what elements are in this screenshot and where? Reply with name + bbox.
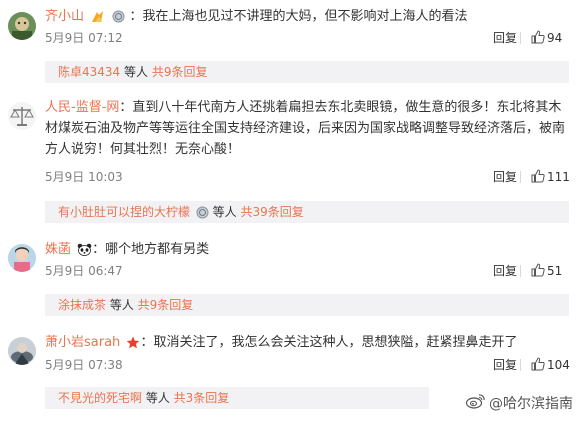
like-count: 51 (547, 264, 563, 278)
comment-list: 齐小山 ：我在上海也见过不讲理的大妈，但不影响对上海人的看法 5月9日 07:1… (0, 0, 579, 421)
reply-button[interactable]: 回复 (493, 263, 517, 279)
subreply-more-link[interactable]: 共3条回复 (174, 391, 230, 405)
subreply-username[interactable]: 不見光的死宅啊 (58, 391, 142, 405)
subreply-connector: 等人 (142, 391, 174, 405)
reply-button[interactable]: 回复 (493, 169, 517, 185)
scales-of-justice-icon (8, 102, 36, 130)
watermark-text: @哈尔滨指南 (489, 396, 573, 412)
like-count: 111 (547, 170, 570, 184)
comment-text: ：直到八十年代南方人还挑着扁担去东北卖眼镜，做生意的很多！东北将其木材煤炭石油及… (45, 100, 566, 157)
subreply-summary[interactable]: 不見光的死宅啊 等人 共3条回复 (45, 387, 429, 409)
divider (520, 32, 521, 44)
comment-username[interactable]: 齐小山 (45, 9, 84, 24)
avatar-image-icon (8, 244, 36, 272)
avatar[interactable] (8, 102, 36, 130)
thumbs-up-icon (531, 169, 545, 183)
comment-meta: 5月9日 10:03 回复 111 (45, 169, 570, 185)
comment-time: 5月9日 07:12 (45, 31, 123, 45)
subreply-connector: 等人 (120, 65, 152, 79)
like-count: 104 (547, 358, 570, 372)
divider (520, 265, 521, 277)
thumbs-up-icon (531, 30, 545, 44)
subreply-more-link[interactable]: 共39条回复 (240, 205, 303, 219)
thumbs-up-icon (531, 263, 545, 277)
comment-text: ：取消关注了，我怎么会关注这种人，思想狭隘，赶紧捏鼻走开了 (140, 335, 518, 350)
comment-content: 齐小山 ：我在上海也见过不讲理的大妈，但不影响对上海人的看法 (45, 6, 569, 27)
like-button[interactable]: 111 (525, 169, 570, 185)
subreply-summary[interactable]: 有小肚肚可以捏的大柠檬 等人 共39条回复 (45, 201, 569, 223)
subreply-username[interactable]: 涂抹成茶 (58, 298, 106, 312)
subreply-username[interactable]: 有小肚肚可以捏的大柠檬 (58, 205, 190, 219)
comment-item: 姝菡 ：哪个地方都有另类 5月9日 06:47 回复 51 涂抹成茶 等人 共9… (0, 232, 579, 322)
like-button[interactable]: 51 (525, 263, 569, 279)
avatar[interactable] (8, 12, 36, 40)
comment-meta: 5月9日 06:47 回复 51 (45, 263, 569, 279)
comment-content: 人民-监督-网：直到八十年代南方人还挑着扁担去东北卖眼镜，做生意的很多！东北将其… (45, 97, 569, 160)
avatar-image-icon (8, 337, 36, 365)
comment-time: 5月9日 07:38 (45, 358, 123, 372)
subreply-more-link[interactable]: 共9条回复 (138, 298, 194, 312)
subreply-summary[interactable]: 陈卓43434 等人 共9条回复 (45, 61, 569, 83)
like-count: 94 (547, 31, 563, 45)
medal-icon[interactable] (196, 206, 209, 219)
comment-meta: 5月9日 07:12 回复 94 (45, 30, 569, 46)
avatar-image-icon (8, 12, 36, 40)
thumbs-up-icon (531, 357, 545, 371)
reply-button[interactable]: 回复 (493, 30, 517, 46)
panda-icon[interactable] (77, 243, 92, 256)
subreply-connector: 等人 (208, 205, 241, 219)
star-icon[interactable] (126, 336, 140, 349)
comment-time: 5月9日 10:03 (45, 170, 123, 184)
comment-username[interactable]: 萧小岩sarah (45, 335, 120, 350)
like-button[interactable]: 104 (525, 357, 570, 373)
divider (520, 359, 521, 371)
comment-item: 人民-监督-网：直到八十年代南方人还挑着扁担去东北卖眼镜，做生意的很多！东北将其… (0, 90, 579, 230)
comment-content: 萧小岩sarah ：取消关注了，我怎么会关注这种人，思想狭隘，赶紧捏鼻走开了 (45, 332, 569, 353)
vip-badge-icon[interactable] (90, 10, 106, 24)
medal-icon[interactable] (112, 10, 125, 23)
subreply-connector: 等人 (106, 298, 138, 312)
avatar[interactable] (8, 337, 36, 365)
comment-item: 齐小山 ：我在上海也见过不讲理的大妈，但不影响对上海人的看法 5月9日 07:1… (0, 0, 579, 85)
weibo-logo-icon (465, 393, 486, 415)
subreply-summary[interactable]: 涂抹成茶 等人 共9条回复 (45, 294, 569, 316)
comment-username[interactable]: 姝菡 (45, 242, 71, 257)
comment-content: 姝菡 ：哪个地方都有另类 (45, 239, 569, 260)
comment-meta: 5月9日 07:38 回复 104 (45, 357, 570, 373)
comment-text: ：我在上海也见过不讲理的大妈，但不影响对上海人的看法 (129, 9, 468, 24)
comment-text: ：哪个地方都有另类 (92, 242, 210, 257)
subreply-more-link[interactable]: 共9条回复 (152, 65, 208, 79)
like-button[interactable]: 94 (525, 30, 569, 46)
comment-time: 5月9日 06:47 (45, 264, 123, 278)
divider (520, 171, 521, 183)
reply-button[interactable]: 回复 (493, 357, 517, 373)
avatar[interactable] (8, 244, 36, 272)
watermark: @哈尔滨指南 (465, 393, 573, 415)
comment-username[interactable]: 人民-监督-网 (45, 100, 119, 115)
subreply-username[interactable]: 陈卓43434 (58, 65, 120, 79)
